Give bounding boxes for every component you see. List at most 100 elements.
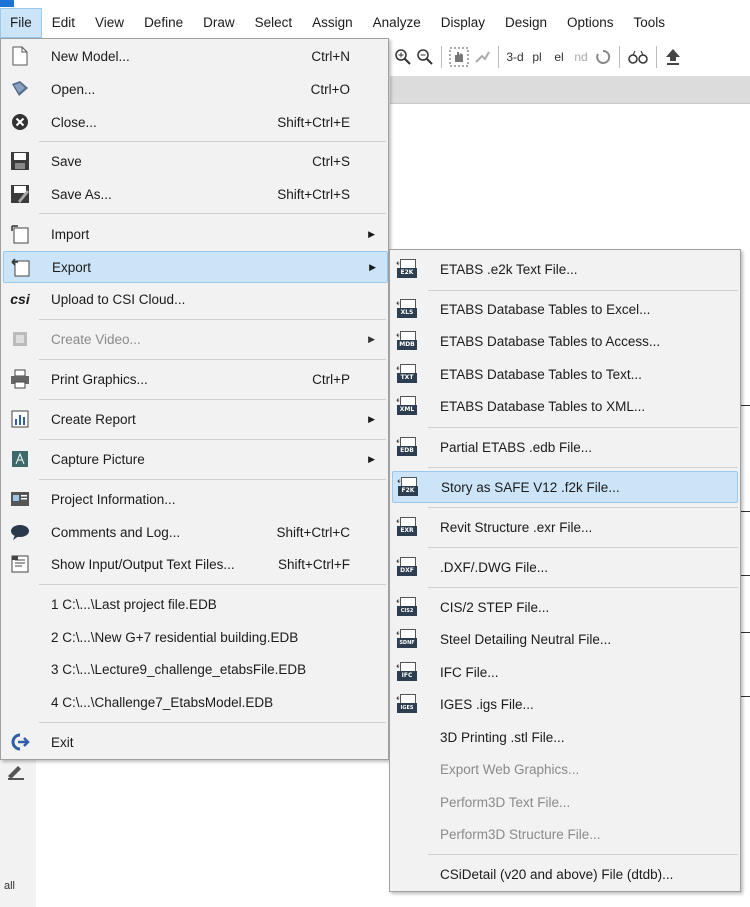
menu-separator <box>428 467 738 468</box>
move-up-icon[interactable] <box>664 45 682 69</box>
pan-icon[interactable] <box>449 45 469 69</box>
export-item-csidetail[interactable]: CSiDetail (v20 and above) File (dtdb)... <box>390 859 740 889</box>
view-nd-button[interactable]: nd <box>572 45 590 69</box>
menu-item-comments-log[interactable]: Comments and Log... Shift+Ctrl+C <box>1 517 388 547</box>
menu-item-show-io-text-files[interactable]: Show Input/Output Text Files... Shift+Ct… <box>1 549 388 579</box>
menu-design[interactable]: Design <box>495 8 557 38</box>
export-item-label: Revit Structure .exr File... <box>440 519 593 535</box>
export-item-label: ETABS Database Tables to Access... <box>440 333 661 349</box>
export-ifc-icon: ⇠IFC <box>396 661 420 683</box>
menu-separator <box>428 547 738 548</box>
export-item-ifc[interactable]: ⇠IFC IFC File... <box>390 657 740 687</box>
shortcut-text: Shift+Ctrl+E <box>277 114 350 130</box>
export-item-revit-exr[interactable]: ⇠EXR Revit Structure .exr File... <box>390 512 740 542</box>
menu-view[interactable]: View <box>85 8 134 38</box>
draw-tool-icon[interactable] <box>6 762 26 780</box>
export-item-e2k[interactable]: ⇠E2K ETABS .e2k Text File... <box>390 254 740 284</box>
export-item-iges[interactable]: ⇠IGES IGES .igs File... <box>390 689 740 719</box>
menu-item-recent-1[interactable]: 1 C:\...\Last project file.EDB <box>1 589 388 619</box>
export-item-text[interactable]: ⇠TXT ETABS Database Tables to Text... <box>390 359 740 389</box>
menu-analyze[interactable]: Analyze <box>363 8 431 38</box>
menu-item-import[interactable]: Import ▶ <box>1 219 388 249</box>
menu-item-create-report[interactable]: Create Report ▶ <box>1 404 388 434</box>
menu-item-project-information[interactable]: Project Information... <box>1 484 388 514</box>
menu-item-label: New Model... <box>51 48 130 64</box>
toolbar-separator <box>656 46 657 68</box>
export-xls-icon: ⇠XLS <box>396 298 420 320</box>
menu-item-open[interactable]: Open... Ctrl+O <box>1 74 388 104</box>
shortcut-text: Shift+Ctrl+C <box>276 524 350 540</box>
rotate-icon[interactable] <box>594 45 612 69</box>
rubber-band-icon[interactable] <box>473 45 491 69</box>
export-item-safe-f2k[interactable]: ⇠F2K Story as SAFE V12 .f2k File... <box>392 471 738 503</box>
exit-icon <box>9 731 31 753</box>
export-submenu: ⇠E2K ETABS .e2k Text File... ⇠XLS ETABS … <box>389 249 741 892</box>
menu-draw[interactable]: Draw <box>193 8 245 38</box>
menu-item-recent-3[interactable]: 3 C:\...\Lecture9_challenge_etabsFile.ED… <box>1 654 388 684</box>
menu-item-exit[interactable]: Exit <box>1 727 388 757</box>
menu-item-print-graphics[interactable]: Print Graphics... Ctrl+P <box>1 364 388 394</box>
menu-separator <box>428 290 738 291</box>
export-item-perform3d-text[interactable]: Perform3D Text File... <box>390 787 740 817</box>
export-item-excel[interactable]: ⇠XLS ETABS Database Tables to Excel... <box>390 294 740 324</box>
view-3d-button[interactable]: 3-d <box>506 45 524 69</box>
export-item-partial-edb[interactable]: ⇠EDB Partial ETABS .edb File... <box>390 432 740 462</box>
zoom-in-icon[interactable] <box>394 45 412 69</box>
perspective-icon[interactable] <box>627 45 649 69</box>
menu-item-close[interactable]: Close... Shift+Ctrl+E <box>1 107 388 137</box>
zoom-out-icon[interactable] <box>416 45 434 69</box>
close-icon <box>9 111 31 133</box>
export-mdb-icon: ⇠MDB <box>396 330 420 352</box>
menu-separator <box>39 439 386 440</box>
menu-options[interactable]: Options <box>557 8 624 38</box>
shortcut-text: Ctrl+O <box>310 81 350 97</box>
menu-display[interactable]: Display <box>431 8 495 38</box>
menu-assign[interactable]: Assign <box>302 8 363 38</box>
menu-separator <box>428 427 738 428</box>
menu-edit[interactable]: Edit <box>42 8 85 38</box>
export-f2k-icon: ⇠F2K <box>397 476 421 498</box>
export-item-label: Export Web Graphics... <box>440 761 580 777</box>
export-item-label: ETABS .e2k Text File... <box>440 261 578 277</box>
view-elevation-button[interactable]: el <box>550 45 568 69</box>
menu-item-label: 3 C:\...\Lecture9_challenge_etabsFile.ED… <box>51 661 307 677</box>
menu-item-label: Print Graphics... <box>51 371 148 387</box>
export-item-dxf-dwg[interactable]: ⇠DXF .DXF/.DWG File... <box>390 552 740 582</box>
menu-separator <box>39 399 386 400</box>
menu-item-label: 1 C:\...\Last project file.EDB <box>51 596 217 612</box>
export-item-xml[interactable]: ⇠XML ETABS Database Tables to XML... <box>390 391 740 421</box>
menu-item-new-model[interactable]: New Model... Ctrl+N <box>1 41 388 71</box>
video-icon <box>9 328 31 350</box>
menu-tools[interactable]: Tools <box>624 8 676 38</box>
menu-item-recent-4[interactable]: 4 C:\...\Challenge7_EtabsModel.EDB <box>1 687 388 717</box>
export-edb-icon: ⇠EDB <box>396 436 420 458</box>
menu-item-export[interactable]: Export ▶ <box>3 251 388 283</box>
menu-item-capture-picture[interactable]: Capture Picture ▶ <box>1 444 388 474</box>
menu-item-label: Project Information... <box>51 491 176 507</box>
export-item-3d-printing-stl[interactable]: 3D Printing .stl File... <box>390 722 740 752</box>
shortcut-text: Ctrl+N <box>311 48 350 64</box>
menu-select[interactable]: Select <box>245 8 303 38</box>
export-item-label: ETABS Database Tables to Excel... <box>440 301 651 317</box>
export-cis2-icon: ⇠CIS2 <box>396 596 420 618</box>
export-item-cis2-step[interactable]: ⇠CIS2 CIS/2 STEP File... <box>390 592 740 622</box>
menu-item-save-as[interactable]: Save As... Shift+Ctrl+S <box>1 179 388 209</box>
menu-item-upload-csi-cloud[interactable]: csi Upload to CSI Cloud... <box>1 284 388 314</box>
menu-define[interactable]: Define <box>134 8 193 38</box>
view-plan-button[interactable]: pl <box>528 45 546 69</box>
export-iges-icon: ⇠IGES <box>396 693 420 715</box>
menu-item-create-video[interactable]: Create Video... ▶ <box>1 324 388 354</box>
export-item-label: ETABS Database Tables to Text... <box>440 366 642 382</box>
export-item-label: Perform3D Structure File... <box>440 826 601 842</box>
report-icon <box>9 408 31 430</box>
menu-separator <box>428 854 738 855</box>
menu-file[interactable]: File <box>0 8 42 38</box>
text-files-icon <box>9 553 31 575</box>
export-item-access[interactable]: ⇠MDB ETABS Database Tables to Access... <box>390 326 740 356</box>
select-all-label[interactable]: all <box>4 880 15 892</box>
export-item-perform3d-structure[interactable]: Perform3D Structure File... <box>390 819 740 849</box>
export-item-sdnf[interactable]: ⇠SDNF Steel Detailing Neutral File... <box>390 624 740 654</box>
export-item-web-graphics[interactable]: Export Web Graphics... <box>390 754 740 784</box>
menu-item-recent-2[interactable]: 2 C:\...\New G+7 residential building.ED… <box>1 622 388 652</box>
menu-item-save[interactable]: Save Ctrl+S <box>1 146 388 176</box>
